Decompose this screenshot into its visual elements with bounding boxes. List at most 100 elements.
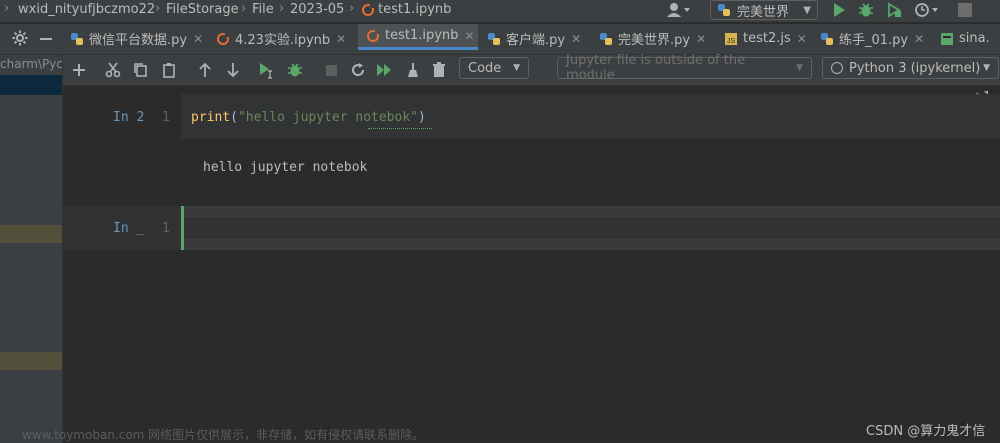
python-file-icon — [717, 3, 731, 17]
code-paren: ( — [230, 110, 238, 125]
stop-icon[interactable] — [958, 3, 972, 17]
tab-4-23-experiment[interactable]: 4.23实验.ipynb ✕ — [216, 24, 356, 53]
code-string: "hello jupyter notebok" — [237, 110, 418, 125]
profile-icon[interactable] — [914, 2, 940, 22]
project-panel-edge: charm\Pyc — [0, 55, 63, 443]
python-file-icon — [487, 32, 501, 46]
cell-prompt: In 2 — [113, 110, 145, 125]
breadcrumb-separator: › — [279, 1, 285, 16]
cell-type-dropdown[interactable]: Code ▼ — [459, 57, 529, 79]
coverage-icon[interactable] — [886, 2, 902, 22]
close-icon[interactable]: ✕ — [696, 32, 706, 46]
kernel-selector[interactable]: Python 3 (ipykernel) ▼ — [822, 57, 999, 79]
chevron-down-icon: ▼ — [513, 63, 520, 73]
tab-test1-notebook[interactable]: test1.ipynb ✕ — [358, 24, 478, 50]
watermark-right: CSDN @算力鬼才信 — [866, 424, 986, 439]
tab-weixin-data[interactable]: 微信平台数据.py ✕ — [70, 24, 210, 53]
editor-tab-bar: 微信平台数据.py ✕ 4.23实验.ipynb ✕ test1.ipynb ✕… — [0, 24, 1000, 55]
run-cell-icon[interactable] — [257, 60, 277, 80]
code-paren: ) — [417, 110, 426, 125]
highlighted-tree-row[interactable] — [0, 225, 62, 243]
breadcrumb-item[interactable]: FileStorage — [166, 2, 239, 17]
python-file-icon — [820, 32, 834, 46]
code-function: print — [191, 110, 231, 125]
interrupt-kernel-icon[interactable] — [321, 60, 341, 80]
debug-cell-icon[interactable] — [285, 60, 305, 80]
close-icon[interactable]: ✕ — [797, 32, 807, 46]
restart-kernel-icon[interactable] — [348, 60, 368, 80]
module-selector[interactable]: Jupyter file is outside of the module ▼ — [557, 53, 812, 83]
breadcrumb-separator: › — [241, 1, 247, 16]
kernel-name: Python 3 (ipykernel) — [849, 60, 981, 76]
breadcrumb-item[interactable]: 2023-05 — [290, 2, 344, 17]
run-all-icon[interactable] — [375, 60, 395, 80]
notebook-file-icon — [366, 28, 380, 43]
run-icon[interactable] — [832, 2, 846, 22]
watermark-left: www.toymoban.com 网络图片仅供展示，非存储，如有侵权请联系删除。 — [22, 428, 425, 442]
tab-test2-js[interactable]: JS test2.js ✕ — [724, 24, 816, 53]
line-number: 1 — [162, 221, 170, 236]
tab-wanmei-shijie[interactable]: 完美世界.py ✕ — [599, 24, 717, 53]
tab-label: 4.23实验.ipynb — [235, 33, 331, 48]
run-configuration-label: 完美世界 — [737, 4, 790, 20]
user-account-icon[interactable] — [667, 2, 695, 20]
tab-label: 完美世界.py — [618, 33, 691, 48]
cell-output: hello jupyter notebok — [63, 139, 1000, 207]
tab-label: 微信平台数据.py — [89, 33, 188, 48]
kernel-status-icon — [831, 62, 843, 74]
breadcrumb-item[interactable]: test1.ipynb — [378, 2, 451, 17]
active-cell-bar — [181, 206, 184, 250]
notebook-file-icon — [216, 31, 230, 46]
tab-client[interactable]: 客户端.py ✕ — [487, 24, 591, 53]
highlighted-tree-row[interactable] — [0, 352, 62, 370]
tab-label: 练手_01.py — [839, 33, 909, 48]
run-configuration-dropdown[interactable]: 完美世界 ▼ — [710, 0, 818, 20]
copy-icon[interactable] — [131, 60, 151, 80]
tab-label: 客户端.py — [506, 33, 566, 48]
tab-label: sina. — [959, 31, 990, 46]
cell-type-value: Code — [468, 60, 502, 76]
breadcrumb-separator: › — [4, 1, 10, 16]
breadcrumb-item[interactable]: wxid_nityufjbczmo22 — [18, 2, 155, 17]
code-cell[interactable]: In _ 1 — [63, 206, 1000, 250]
clear-outputs-icon[interactable] — [403, 60, 423, 80]
minimize-icon[interactable] — [40, 38, 52, 40]
chevron-down-icon: ▼ — [803, 4, 811, 16]
breadcrumb-separator: › — [349, 1, 355, 16]
tab-label: test1.ipynb — [385, 28, 459, 43]
paste-icon[interactable] — [159, 60, 179, 80]
tab-practice-01[interactable]: 练手_01.py ✕ — [820, 24, 932, 53]
move-down-icon[interactable] — [223, 60, 243, 80]
module-notice: Jupyter file is outside of the module — [566, 53, 746, 83]
tab-sina[interactable]: sina. — [940, 24, 1000, 53]
cell-source[interactable]: print("hello jupyter notebok") — [191, 110, 426, 125]
spelling-underline — [368, 125, 432, 129]
delete-cell-icon[interactable] — [429, 60, 449, 80]
close-icon[interactable]: ✕ — [193, 32, 203, 46]
line-number: 1 — [162, 110, 170, 125]
close-icon[interactable]: ✕ — [914, 32, 924, 46]
python-file-icon — [599, 32, 613, 46]
gear-icon[interactable] — [12, 30, 28, 50]
debug-icon[interactable] — [858, 2, 874, 22]
navigation-bar: › wxid_nityufjbczmo22 › FileStorage › Fi… — [0, 0, 1000, 22]
move-up-icon[interactable] — [195, 60, 215, 80]
breadcrumb-item[interactable]: File — [252, 2, 274, 17]
close-icon[interactable]: ✕ — [571, 32, 581, 46]
close-icon[interactable]: ✕ — [336, 32, 346, 46]
add-cell-icon[interactable] — [69, 60, 89, 80]
python-file-icon — [70, 32, 84, 46]
chevron-down-icon: ▼ — [983, 63, 990, 73]
cell-prompt: In _ — [113, 221, 145, 236]
breadcrumb-separator: › — [155, 1, 161, 16]
svg-text:JS: JS — [727, 38, 736, 45]
output-text: hello jupyter notebok — [203, 160, 368, 175]
notebook-file-icon — [361, 3, 375, 17]
chevron-down-icon: ▼ — [796, 63, 803, 73]
cut-icon[interactable] — [103, 60, 123, 80]
selected-tree-row[interactable] — [0, 75, 62, 95]
current-line-highlight — [181, 206, 1000, 217]
notebook-editor: 1 In 2 1 print("hello jupyter notebok") … — [22, 86, 1000, 443]
close-icon[interactable]: ✕ — [464, 29, 474, 43]
tab-label: test2.js — [743, 31, 791, 46]
